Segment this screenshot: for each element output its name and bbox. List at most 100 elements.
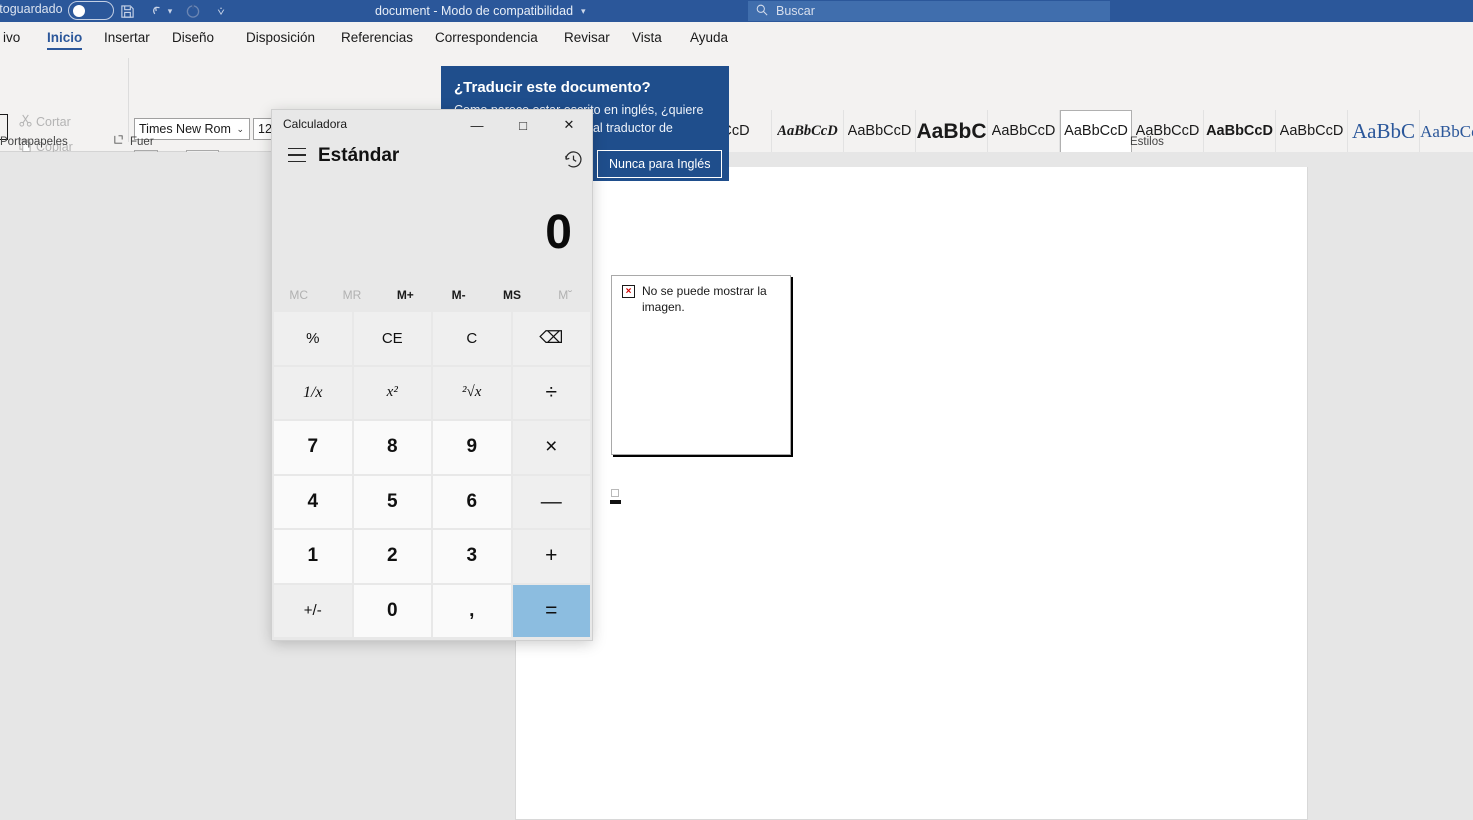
reciprocal-key[interactable]: 1/x bbox=[274, 366, 352, 419]
key-label: — bbox=[540, 489, 562, 513]
seven-key[interactable]: 7 bbox=[274, 421, 352, 474]
search-box[interactable]: Buscar bbox=[748, 1, 1110, 21]
calculator-display: 0 bbox=[545, 206, 572, 259]
ribbon-tab-label: Vista bbox=[632, 29, 662, 45]
decimal-separator-key[interactable]: , bbox=[433, 584, 511, 637]
key-label: CE bbox=[381, 329, 403, 347]
ribbon-tab-ivo[interactable]: ivo bbox=[0, 22, 27, 52]
cut-label: Cortar bbox=[36, 115, 71, 129]
key-label: 3 bbox=[466, 545, 478, 567]
ribbon-tab-disposici-n[interactable]: Disposición bbox=[239, 22, 322, 52]
font-family-value: Times New Roma bbox=[139, 122, 232, 136]
memory-button-row: MC MR M+ M- MS M˘ bbox=[272, 280, 592, 310]
never-for-english-button[interactable]: Nunca para Inglés bbox=[597, 150, 723, 178]
document-title-bar-text: document - Modo de compatibilidad ▾ bbox=[375, 0, 586, 22]
three-key[interactable]: 3 bbox=[433, 530, 511, 583]
ribbon-tab-label: Correspondencia bbox=[435, 29, 538, 45]
anchor-marker-box bbox=[611, 489, 619, 497]
document-title: document - Modo de compatibilidad bbox=[375, 4, 574, 18]
redo-icon bbox=[180, 0, 206, 22]
history-clock-icon[interactable] bbox=[560, 146, 586, 172]
nine-key[interactable]: 9 bbox=[433, 421, 511, 474]
cut-button: Cortar bbox=[14, 112, 71, 132]
four-key[interactable]: 4 bbox=[274, 475, 352, 528]
six-key[interactable]: 6 bbox=[433, 475, 511, 528]
clear-entry-key[interactable]: CE bbox=[353, 312, 431, 365]
ribbon-tab-ayuda[interactable]: Ayuda bbox=[683, 22, 735, 52]
title-dropdown-caret-icon[interactable]: ▾ bbox=[581, 6, 586, 17]
document-page[interactable]: × No se puede mostrar la imagen. bbox=[515, 167, 1308, 820]
broken-image-placeholder[interactable]: × No se puede mostrar la imagen. bbox=[611, 275, 791, 455]
close-button[interactable]: ✕ bbox=[546, 110, 592, 140]
broken-image-message: No se puede mostrar la imagen. bbox=[642, 284, 767, 314]
autosave-label: Autoguardado bbox=[0, 2, 63, 16]
broken-image-error-icon: × bbox=[622, 285, 635, 298]
key-label: 9 bbox=[466, 436, 478, 458]
ribbon: r Cortar Copiar bbox=[0, 52, 1473, 177]
clear-key[interactable]: C bbox=[433, 312, 511, 365]
minimize-button[interactable]: — bbox=[454, 110, 500, 140]
ribbon-tab-dise-o[interactable]: Diseño bbox=[165, 22, 221, 52]
search-icon bbox=[748, 4, 776, 19]
ribbon-tab-vista[interactable]: Vista bbox=[625, 22, 669, 52]
autosave-toggle[interactable] bbox=[68, 1, 114, 20]
chevron-down-icon[interactable]: ⌄ bbox=[231, 124, 249, 135]
memory-ms-button[interactable]: MS bbox=[485, 280, 538, 310]
style-preview-text: AaBbC bbox=[916, 120, 987, 144]
memory-mr-button: MR bbox=[342, 288, 362, 302]
backspace-key[interactable]: ⌫ bbox=[512, 312, 590, 365]
square-root-key[interactable]: ²√x bbox=[433, 366, 511, 419]
one-key[interactable]: 1 bbox=[274, 530, 352, 583]
style-preview-text: AaBbCcD bbox=[777, 123, 838, 140]
key-label: ²√x bbox=[462, 384, 482, 401]
ribbon-tab-insertar[interactable]: Insertar bbox=[97, 22, 157, 52]
zero-key[interactable]: 0 bbox=[353, 584, 431, 637]
equals-key[interactable]: = bbox=[512, 584, 590, 637]
ribbon-tab-referencias[interactable]: Referencias bbox=[334, 22, 420, 52]
save-icon[interactable] bbox=[114, 0, 140, 22]
five-key[interactable]: 5 bbox=[353, 475, 431, 528]
memory-m--button[interactable]: M- bbox=[432, 280, 485, 310]
key-label: = bbox=[545, 598, 558, 622]
ribbon-tab-label: Diseño bbox=[172, 29, 215, 45]
ribbon-tab-inicio[interactable]: Inicio bbox=[40, 22, 89, 52]
sign-key[interactable]: +/- bbox=[274, 584, 352, 637]
key-label: 2 bbox=[386, 545, 398, 567]
ribbon-tab-label: Referencias bbox=[341, 29, 414, 45]
ribbon-tab-revisar[interactable]: Revisar bbox=[557, 22, 617, 52]
key-label: ⌫ bbox=[539, 328, 564, 348]
memory-m+-button[interactable]: M+ bbox=[379, 280, 432, 310]
customize-quick-access-icon[interactable]: ⩒ bbox=[208, 0, 234, 22]
memory-m-button: M˘ bbox=[558, 288, 573, 302]
ribbon-tab-correspondencia[interactable]: Correspondencia bbox=[428, 22, 545, 52]
multiply-key[interactable]: × bbox=[512, 421, 590, 474]
ribbon-tab-label: Inicio bbox=[47, 29, 83, 45]
divide-key[interactable]: ÷ bbox=[512, 366, 590, 419]
font-size-value: 12 bbox=[258, 122, 272, 136]
key-label: 0 bbox=[386, 599, 398, 621]
key-label: 5 bbox=[386, 490, 398, 512]
subtract-key[interactable]: — bbox=[512, 475, 590, 528]
style-preview-text: AaBbCcD bbox=[847, 123, 912, 140]
translate-popup-title: ¿Traducir este documento? bbox=[454, 79, 651, 96]
document-canvas[interactable]: × No se puede mostrar la imagen. bbox=[0, 152, 1473, 820]
window-titlebar: Autoguardado ▾ ⩒ document - Modo de comp… bbox=[0, 0, 1473, 22]
search-placeholder-text: Buscar bbox=[776, 4, 815, 18]
square-key[interactable]: x² bbox=[353, 366, 431, 419]
two-key[interactable]: 2 bbox=[353, 530, 431, 583]
autosave-toggle-knob bbox=[73, 5, 85, 17]
eight-key[interactable]: 8 bbox=[353, 421, 431, 474]
hamburger-menu-icon[interactable] bbox=[280, 138, 314, 172]
calculator-titlebar[interactable]: Calculadora — □ ✕ bbox=[272, 110, 592, 140]
font-group-label: Fuer bbox=[130, 136, 154, 148]
group-divider-1 bbox=[128, 58, 129, 142]
scissors-icon bbox=[14, 114, 36, 130]
maximize-button[interactable]: □ bbox=[500, 110, 546, 140]
key-label: 1 bbox=[307, 545, 319, 567]
anchor-marker-icon bbox=[610, 489, 621, 507]
undo-dropdown-caret-icon[interactable]: ▾ bbox=[163, 0, 177, 22]
percent-key[interactable]: % bbox=[274, 312, 352, 365]
clipboard-dialog-launcher[interactable] bbox=[113, 134, 124, 148]
add-key[interactable]: + bbox=[512, 530, 590, 583]
style-preview-text: AaBbCcD bbox=[1206, 123, 1273, 140]
